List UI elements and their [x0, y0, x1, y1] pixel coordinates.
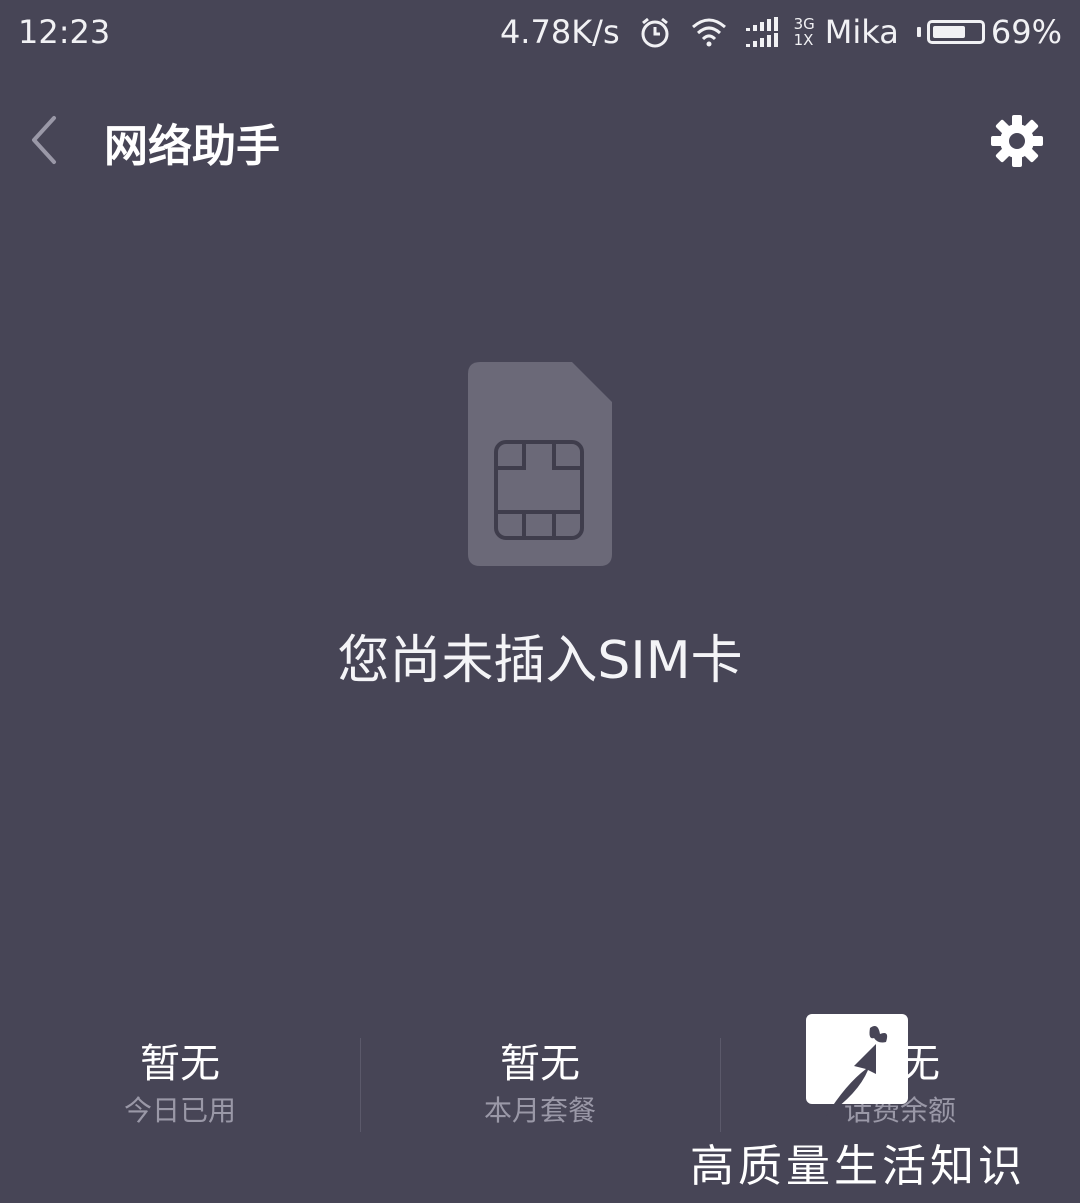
watermark-logo-icon [806, 1014, 908, 1116]
usage-stats: 暂无 今日已用 暂无 本月套餐 暂无 话费余额 [0, 1030, 1080, 1140]
app-header: 网络助手 [0, 90, 1080, 190]
status-time: 12:23 [18, 13, 111, 51]
battery-percent: 69% [990, 13, 1062, 51]
status-bar: 12:23 4.78K/s 3G 1X Mika 69% [0, 0, 1080, 64]
battery-indicator: 69% [916, 13, 1062, 51]
gear-icon[interactable] [990, 114, 1044, 168]
stat-label: 本月套餐 [483, 1094, 596, 1127]
network-type-top: 3G [793, 15, 815, 33]
stat-monthly-plan[interactable]: 暂无 本月套餐 [360, 1030, 720, 1140]
signal-icon [745, 17, 778, 47]
network-type: 3G 1X [794, 16, 815, 48]
battery-fill [932, 26, 965, 38]
page-title: 网络助手 [104, 121, 280, 172]
battery-icon [926, 20, 985, 44]
stat-label: 今日已用 [123, 1094, 236, 1127]
stat-value: 暂无 [140, 1041, 220, 1087]
battery-cap [916, 27, 921, 37]
chevron-left-icon[interactable] [26, 114, 66, 166]
carrier-name: Mika [824, 13, 899, 51]
watermark-text: 高质量生活知识 [690, 1141, 1026, 1192]
sim-card-icon [468, 362, 612, 566]
alarm-icon [641, 17, 669, 48]
network-type-bottom: 1X [793, 31, 814, 49]
stat-value: 暂无 [500, 1041, 580, 1087]
no-sim-message: 您尚未插入SIM卡 [337, 631, 743, 691]
wifi-icon [691, 18, 726, 47]
stat-today-used[interactable]: 暂无 今日已用 [0, 1030, 360, 1140]
network-speed: 4.78K/s [499, 13, 620, 51]
